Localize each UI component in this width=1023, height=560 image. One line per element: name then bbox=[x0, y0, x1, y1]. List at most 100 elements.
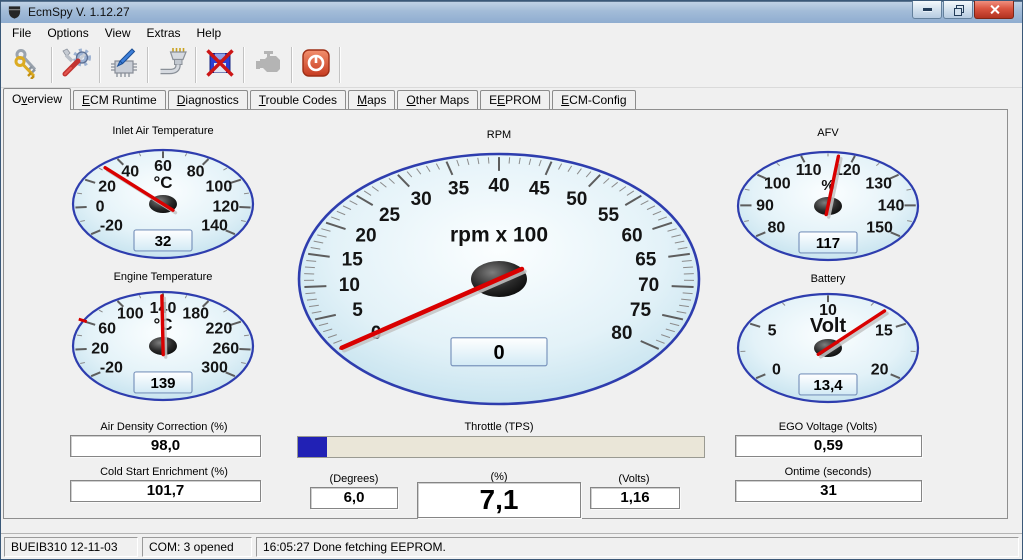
menu-extras[interactable]: Extras bbox=[139, 23, 189, 43]
throttle-volts-label: (Volts) bbox=[582, 473, 686, 485]
menu-options[interactable]: Options bbox=[39, 23, 96, 43]
menu-file[interactable]: File bbox=[4, 23, 39, 43]
tab-ecm-runtime[interactable]: ECM Runtime bbox=[73, 90, 166, 109]
serial-connector-icon bbox=[156, 47, 188, 84]
gauge-tick-label: 45 bbox=[529, 179, 551, 200]
gauge-title: Engine Temperature bbox=[114, 271, 213, 283]
throttle-percent-value: 7,1 bbox=[417, 482, 581, 518]
gauge-tick-label: 260 bbox=[213, 340, 240, 357]
gauge-tick-label: 60 bbox=[621, 226, 642, 247]
cold-start-value: 101,7 bbox=[70, 480, 261, 502]
gauge-tick-label: 5 bbox=[768, 323, 777, 340]
gauge-tick-label: 0 bbox=[772, 362, 781, 379]
tab-ecm-config[interactable]: ECM-Config bbox=[552, 90, 635, 109]
cold-start-label: Cold Start Enrichment (%) bbox=[44, 466, 284, 478]
gauge-tick-label: 75 bbox=[630, 300, 652, 321]
toolbar bbox=[1, 43, 1022, 88]
window-title: EcmSpy V. 1.12.27 bbox=[28, 5, 130, 19]
ontime-label: Ontime (seconds) bbox=[708, 466, 948, 478]
tabstrip: OverviewECM RuntimeDiagnosticsTrouble Co… bbox=[3, 89, 1006, 109]
throttle-progressbar bbox=[297, 436, 705, 458]
throttle-progress-fill bbox=[298, 437, 327, 457]
toolbar-separator bbox=[51, 47, 53, 83]
ego-voltage-label: EGO Voltage (Volts) bbox=[708, 421, 948, 433]
gauge-tick-label: 100 bbox=[764, 176, 791, 193]
gauge-tick-label: 90 bbox=[756, 198, 774, 215]
gauge-title: Battery bbox=[811, 273, 846, 285]
gauge-tick-label: 40 bbox=[488, 175, 509, 196]
gauge-tick-label: 55 bbox=[598, 205, 620, 226]
restore-icon bbox=[954, 5, 963, 14]
tab-maps[interactable]: Maps bbox=[348, 90, 395, 109]
gauge-unit: rpm x 100 bbox=[450, 224, 548, 247]
power-off-button[interactable] bbox=[294, 45, 338, 85]
no-save-button[interactable] bbox=[198, 45, 242, 85]
gauge-unit: Volt bbox=[810, 315, 847, 337]
gauge-tick-label: 50 bbox=[566, 189, 587, 210]
status-panel-2: COM: 3 opened bbox=[142, 537, 252, 557]
gauge-tick-label: 20 bbox=[91, 340, 109, 357]
app-window: EcmSpy V. 1.12.27 FileOptionsViewExtrasH… bbox=[0, 0, 1023, 560]
ontime-value: 31 bbox=[735, 480, 922, 502]
settings-tools-button[interactable] bbox=[54, 45, 98, 85]
gauge-unit: °C bbox=[153, 173, 172, 192]
gauge-tick-label: 20 bbox=[871, 362, 889, 379]
status-panel-3: 16:05:27 Done fetching EEPROM. bbox=[256, 537, 1019, 557]
gauge-tick-label: 150 bbox=[866, 220, 893, 237]
menu-help[interactable]: Help bbox=[189, 23, 230, 43]
gauge-tick-label: 5 bbox=[352, 300, 363, 321]
toolbar-separator bbox=[339, 47, 341, 83]
gauge-value: 0 bbox=[493, 342, 504, 364]
gauge-tick-label: 35 bbox=[448, 179, 470, 200]
toolbar-separator bbox=[291, 47, 293, 83]
keys-button[interactable] bbox=[6, 45, 50, 85]
overview-tabpage: Inlet Air Temperature-200204060801001201… bbox=[3, 109, 1008, 519]
gauge-tick-label: 100 bbox=[206, 179, 233, 196]
menubar: FileOptionsViewExtrasHelp bbox=[1, 23, 1022, 43]
gauge-tick-label: 10 bbox=[339, 275, 360, 296]
close-button[interactable] bbox=[974, 1, 1014, 19]
keys-icon bbox=[12, 47, 44, 84]
tab-overview[interactable]: Overview bbox=[3, 88, 71, 110]
gauge-tick-label: 0 bbox=[96, 198, 105, 215]
gauge-tick-label: 110 bbox=[796, 162, 822, 179]
throttle-label: Throttle (TPS) bbox=[339, 421, 659, 433]
gauge-title: AFV bbox=[817, 127, 839, 139]
gauge-tick-label: 70 bbox=[638, 275, 659, 296]
gauge-value: 117 bbox=[816, 235, 840, 252]
serial-connector-button[interactable] bbox=[150, 45, 194, 85]
gauge-title: Inlet Air Temperature bbox=[112, 125, 213, 137]
throttle-degrees-value: 6,0 bbox=[310, 487, 398, 509]
gauge-tick-label: 25 bbox=[379, 205, 401, 226]
gauge-rpm: RPM05101520253035404550556065707580rpm x… bbox=[299, 129, 699, 404]
gauge-tick-label: 140 bbox=[878, 198, 905, 215]
gauge-value: 13,4 bbox=[813, 377, 843, 394]
tab-eeprom[interactable]: EEPROM bbox=[480, 90, 550, 109]
tab-trouble-codes[interactable]: Trouble Codes bbox=[250, 90, 346, 109]
titlebar: EcmSpy V. 1.12.27 bbox=[1, 1, 1022, 23]
menu-view[interactable]: View bbox=[97, 23, 139, 43]
app-icon bbox=[7, 5, 22, 20]
gauge-needle bbox=[162, 296, 163, 355]
engine-icon bbox=[252, 47, 284, 84]
gauge-value: 139 bbox=[150, 375, 175, 392]
gauge-tick-label: -20 bbox=[100, 218, 123, 235]
chip-edit-button[interactable] bbox=[102, 45, 146, 85]
gauge-tick-label: 300 bbox=[201, 360, 228, 377]
gauge-tick-label: 15 bbox=[875, 323, 893, 340]
minimize-button[interactable] bbox=[912, 1, 942, 19]
engine-button bbox=[246, 45, 290, 85]
throttle-degrees-label: (Degrees) bbox=[302, 473, 406, 485]
gauge-tick-label: 120 bbox=[213, 198, 240, 215]
minimize-icon bbox=[923, 8, 932, 12]
air-density-label: Air Density Correction (%) bbox=[44, 421, 284, 433]
restore-button[interactable] bbox=[943, 1, 973, 19]
statusbar: BUEIB310 12-11-03COM: 3 opened16:05:27 D… bbox=[1, 533, 1022, 559]
gauge-battery: Battery05101520Volt13,4 bbox=[738, 273, 918, 402]
toolbar-separator bbox=[147, 47, 149, 83]
tab-other-maps[interactable]: Other Maps bbox=[397, 90, 478, 109]
gauge-tick-label: 30 bbox=[411, 189, 432, 210]
tab-diagnostics[interactable]: Diagnostics bbox=[168, 90, 248, 109]
gauge-tick-label: 80 bbox=[611, 323, 632, 344]
chip-edit-icon bbox=[108, 47, 140, 84]
